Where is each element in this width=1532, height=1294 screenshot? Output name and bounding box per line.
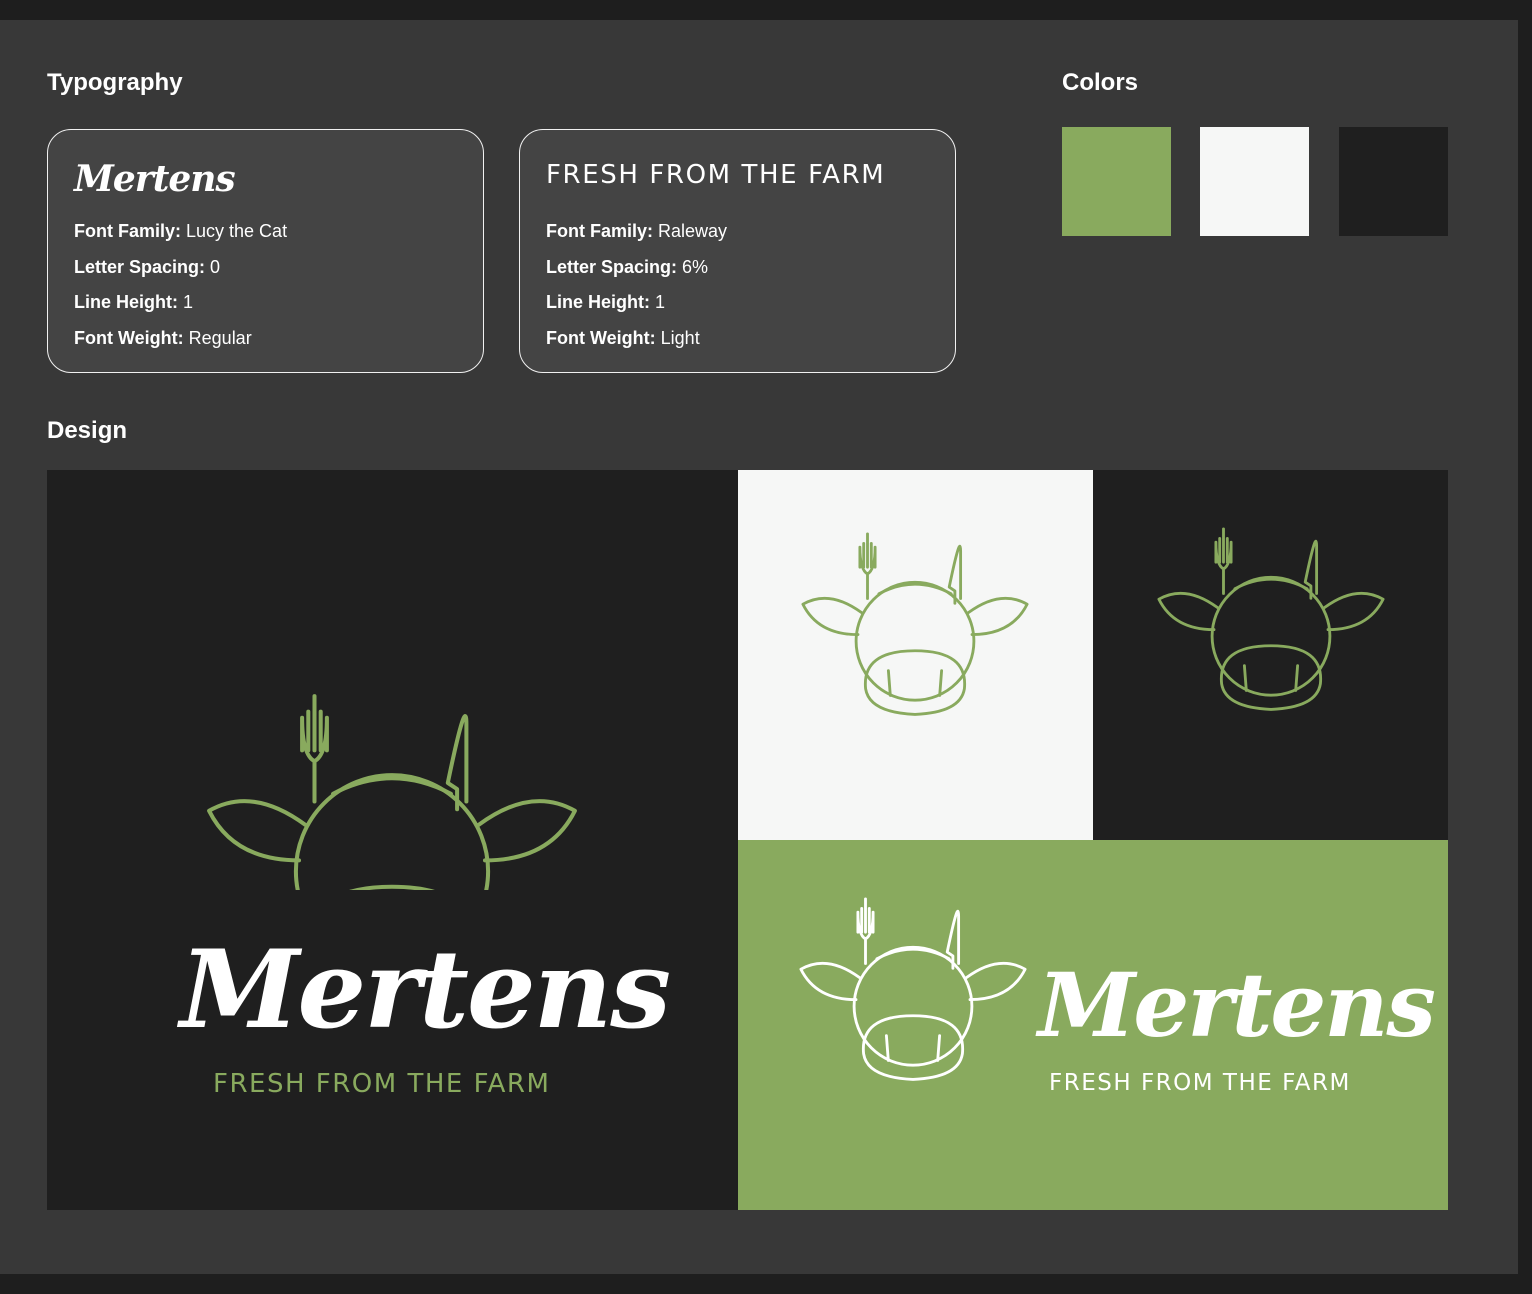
design-panel-horizontal-logo: Mertens FRESH FROM THE FARM <box>738 840 1448 1210</box>
spec-label: Font Weight: <box>546 327 656 348</box>
typography-card-script[interactable]: Mertens Font Family: Lucy the Cat Letter… <box>47 129 484 373</box>
spec-label: Letter Spacing: <box>74 256 206 277</box>
design-title: Design <box>47 417 128 444</box>
font-spec-list: Font Family: Raleway Letter Spacing: 6% … <box>546 220 727 362</box>
colors-title: Colors <box>1062 69 1139 96</box>
cow-fork-knife-icon <box>1157 527 1385 711</box>
spec-value: Lucy the Cat <box>186 221 288 241</box>
spec-label: Font Family: <box>74 221 181 241</box>
spec-value: 1 <box>655 292 666 312</box>
cow-fork-knife-icon <box>207 694 577 890</box>
letter-spacing-spec: Letter Spacing: 6% <box>546 256 727 292</box>
spec-value: 1 <box>183 292 194 312</box>
design-panel-dark-icon <box>1093 470 1448 840</box>
spec-value: Raleway <box>658 221 728 241</box>
tagline: FRESH FROM THE FARM <box>213 1069 551 1099</box>
font-weight-spec: Font Weight: Regular <box>74 327 287 363</box>
design-panel-light-icon <box>738 470 1093 840</box>
typography-card-caps[interactable]: FRESH FROM THE FARM Font Family: Raleway… <box>519 129 956 373</box>
letter-spacing-spec: Letter Spacing: 0 <box>74 256 287 292</box>
spec-value: 0 <box>210 256 221 277</box>
font-family-spec: Font Family: Raleway <box>546 220 727 256</box>
caps-font-sample: FRESH FROM THE FARM <box>546 160 886 190</box>
tagline: FRESH FROM THE FARM <box>1049 1070 1351 1096</box>
color-swatch-dark[interactable] <box>1339 127 1448 236</box>
spec-label: Font Weight: <box>74 327 184 348</box>
font-family-spec: Font Family: Lucy the Cat <box>74 220 287 256</box>
spec-label: Letter Spacing: <box>546 256 678 277</box>
spec-label: Font Family: <box>546 221 653 241</box>
brand-board: Typography Mertens Font Family: Lucy the… <box>0 20 1518 1274</box>
spec-label: Line Height: <box>546 292 650 312</box>
spec-value: Regular <box>188 327 252 348</box>
line-height-spec: Line Height: 1 <box>74 291 287 327</box>
line-height-spec: Line Height: 1 <box>546 291 727 327</box>
wordmark: Mertens <box>180 927 671 1053</box>
font-spec-list: Font Family: Lucy the Cat Letter Spacing… <box>74 220 287 362</box>
typography-title: Typography <box>47 69 183 96</box>
design-panel-primary-logo: Mertens FRESH FROM THE FARM <box>47 470 738 1210</box>
script-font-sample: Mertens <box>74 158 236 200</box>
cow-fork-knife-icon <box>801 532 1029 716</box>
wordmark: Mertens <box>1038 953 1436 1057</box>
color-swatch-green[interactable] <box>1062 127 1171 236</box>
spec-value: Light <box>660 327 700 348</box>
font-weight-spec: Font Weight: Light <box>546 327 727 363</box>
cow-fork-knife-icon <box>799 897 1027 1081</box>
spec-label: Line Height: <box>74 292 178 312</box>
color-swatch-white[interactable] <box>1200 127 1309 236</box>
spec-value: 6% <box>682 256 709 277</box>
